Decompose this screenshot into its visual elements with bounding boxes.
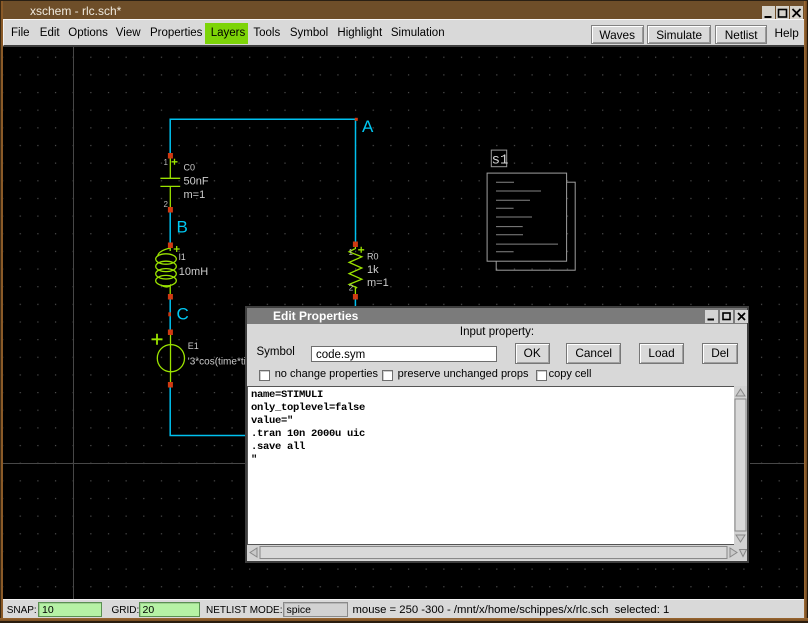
svg-text:1: 1 xyxy=(164,158,169,167)
svg-text:E1: E1 xyxy=(188,341,199,351)
svg-text:s1: s1 xyxy=(492,152,509,168)
svg-text:A: A xyxy=(362,117,374,136)
svg-text:'3*cos(time*ti: '3*cos(time*ti xyxy=(188,357,246,368)
svg-text:2: 2 xyxy=(164,200,169,209)
svg-text:m=1: m=1 xyxy=(367,277,389,289)
svg-text:2: 2 xyxy=(349,284,354,293)
svg-text:C: C xyxy=(177,304,189,323)
svg-text:10mH: 10mH xyxy=(179,266,208,278)
svg-text:1k: 1k xyxy=(367,264,379,276)
svg-text:B: B xyxy=(177,218,188,237)
svg-text:l1: l1 xyxy=(179,252,186,262)
svg-text:1: 1 xyxy=(349,248,354,257)
svg-text:m=1: m=1 xyxy=(184,189,206,201)
svg-text:R0: R0 xyxy=(367,252,379,262)
svg-text:50nF: 50nF xyxy=(184,176,209,188)
svg-text:C0: C0 xyxy=(184,163,196,173)
